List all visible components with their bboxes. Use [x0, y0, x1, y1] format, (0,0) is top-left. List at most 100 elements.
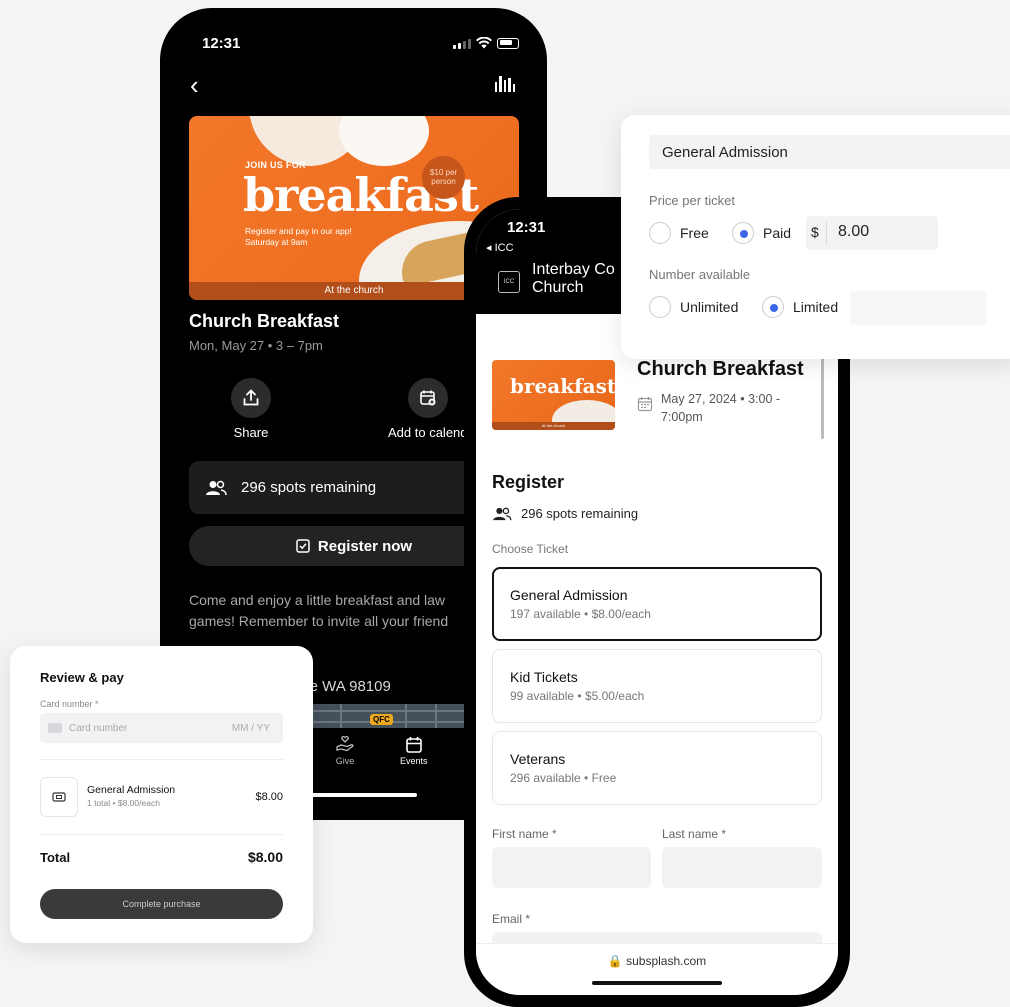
event-thumbnail: breakfast At the church — [492, 360, 615, 430]
complete-purchase-button[interactable]: Complete purchase — [40, 889, 283, 919]
currency-symbol: $ — [811, 224, 819, 240]
back-to-app-link[interactable]: ◂ ICC — [486, 241, 514, 254]
checkbox-icon — [296, 539, 310, 553]
people-icon — [206, 480, 227, 495]
card-number-label: Card number * — [40, 699, 99, 709]
church-name-line: Interbay Co — [532, 261, 615, 278]
ticket-icon — [40, 777, 78, 817]
first-name-label: First name * — [492, 827, 557, 841]
review-pay-card: Review & pay Card number * Card number M… — [10, 646, 313, 943]
tab-give[interactable]: Give — [335, 734, 355, 766]
ticket-info: 99 available • $5.00/each — [510, 689, 645, 703]
calendar-add-icon — [407, 378, 448, 418]
ticket-name-input[interactable]: General Admission — [649, 135, 1010, 169]
thumbnail-headline: breakfast — [510, 374, 615, 398]
price-badge: $10 per person — [422, 156, 465, 199]
wifi-icon — [476, 37, 492, 49]
total-label: Total — [40, 850, 71, 865]
back-icon[interactable]: ‹ — [190, 70, 199, 101]
first-name-field[interactable] — [492, 847, 651, 888]
ticket-name: Veterans — [510, 751, 566, 767]
spots-remaining: 296 spots remaining — [492, 506, 638, 521]
url-text: 🔒 subsplash.com — [607, 954, 707, 968]
share-icon — [231, 378, 271, 418]
calendar-icon — [637, 397, 653, 412]
price-per-ticket-label: Price per ticket — [649, 193, 735, 208]
divider — [40, 759, 283, 760]
price-input[interactable]: $ 8.00 — [806, 216, 938, 250]
ticket-name: General Admission — [510, 587, 628, 603]
ticket-info: 197 available • $8.00/each — [510, 607, 651, 621]
register-heading: Register — [492, 472, 565, 492]
expiry-placeholder: MM / YY — [231, 723, 270, 734]
location-map[interactable]: QFC — [310, 704, 465, 728]
event-title: Church Breakfast — [637, 358, 804, 380]
battery-icon — [497, 37, 519, 49]
tab-give-label: Give — [335, 756, 355, 766]
ticket-config-card: General Admission Price per ticket Free … — [621, 115, 1010, 359]
share-label: Share — [233, 425, 269, 440]
choose-ticket-label: Choose Ticket — [492, 542, 569, 556]
credit-card-icon — [48, 723, 62, 733]
card-number-placeholder: Card number — [69, 723, 128, 734]
ticket-name: Kid Tickets — [510, 669, 578, 685]
quantity-input[interactable] — [850, 291, 986, 325]
status-time: 12:31 — [202, 35, 241, 52]
spots-remaining-text: 296 spots remaining — [241, 479, 377, 496]
people-icon — [493, 507, 512, 520]
event-date: Mon, May 27 • 3 – 7pm — [189, 338, 323, 353]
divider — [40, 834, 283, 835]
unlimited-radio-label: Unlimited — [680, 299, 739, 315]
banner-subtext: Register and pay in our app! Saturday at… — [245, 226, 352, 248]
tab-events-label: Events — [400, 756, 428, 766]
signal-icon — [453, 38, 471, 49]
ticket-info: 296 available • Free — [510, 771, 617, 785]
register-now-label: Register now — [317, 537, 413, 555]
paid-radio[interactable] — [732, 222, 754, 244]
chart-icon[interactable] — [494, 76, 515, 92]
total-value: $8.00 — [247, 849, 283, 865]
browser-url-bar[interactable]: 🔒 subsplash.com — [476, 943, 838, 995]
number-available-label: Number available — [649, 267, 751, 282]
mug-graphic — [339, 116, 429, 166]
status-time: 12:31 — [507, 219, 546, 236]
event-description: Come and enjoy a little breakfast and la… — [189, 592, 449, 629]
share-button[interactable]: Share — [231, 378, 271, 440]
banner-sub-line: Saturday at 9am — [245, 237, 308, 247]
order-item-info: 1 total • $8.00/each — [87, 798, 160, 808]
add-to-calendar-label: Add to calend — [388, 425, 468, 440]
status-icons — [453, 37, 519, 49]
spots-remaining-text: 296 spots remaining — [521, 506, 639, 521]
order-item-name: General Admission — [87, 784, 176, 796]
give-icon — [335, 734, 355, 756]
church-name: Interbay Co Church — [532, 261, 615, 297]
unlimited-radio[interactable] — [649, 296, 671, 318]
last-name-label: Last name * — [662, 827, 727, 841]
last-name-field[interactable] — [662, 847, 822, 888]
home-indicator — [592, 981, 722, 985]
price-value: 8.00 — [838, 223, 870, 240]
email-label: Email * — [492, 912, 531, 926]
home-indicator — [305, 793, 417, 797]
add-to-calendar-button[interactable]: Add to calend — [388, 378, 468, 440]
limited-radio-label: Limited — [793, 299, 839, 315]
free-radio[interactable] — [649, 222, 671, 244]
event-date: May 27, 2024 • 3:00 - 7:00pm — [661, 392, 781, 424]
limited-radio[interactable] — [762, 296, 784, 318]
ticket-option-kid-tickets[interactable]: Kid Tickets 99 available • $5.00/each — [492, 649, 822, 723]
map-poi-label: QFC — [370, 714, 393, 725]
ticket-option-veterans[interactable]: Veterans 296 available • Free — [492, 731, 822, 805]
order-item-price: $8.00 — [255, 791, 283, 803]
thumbnail-footer: At the church — [492, 422, 615, 430]
church-logo: ICC — [498, 271, 520, 293]
event-date-row: May 27, 2024 • 3:00 - 7:00pm — [637, 390, 801, 426]
review-pay-title: Review & pay — [40, 670, 124, 685]
card-number-input[interactable]: Card number MM / YY — [40, 713, 283, 743]
church-name-line: Church — [532, 279, 584, 296]
calendar-icon — [400, 734, 428, 756]
tab-events[interactable]: Events — [400, 734, 428, 766]
paid-radio-label: Paid — [763, 225, 792, 241]
divider — [826, 222, 827, 244]
banner-sub-line: Register and pay in our app! — [245, 226, 352, 236]
ticket-option-general-admission[interactable]: General Admission 197 available • $8.00/… — [492, 567, 822, 641]
